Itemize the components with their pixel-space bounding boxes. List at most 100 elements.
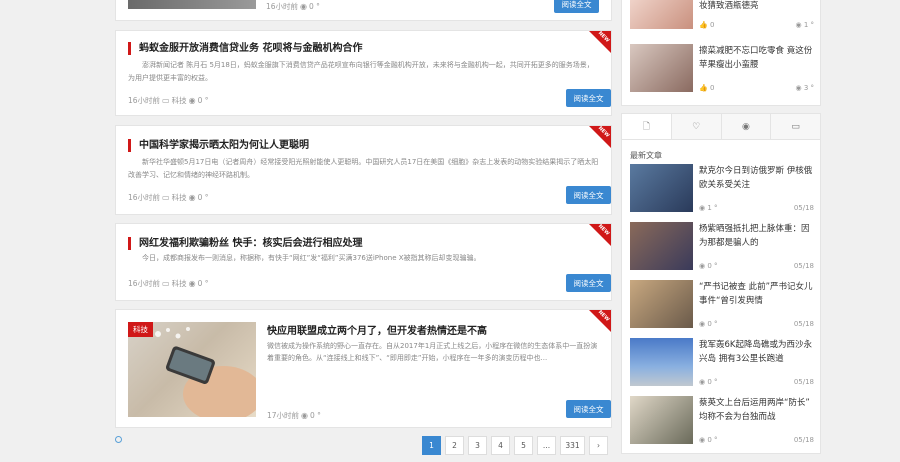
sidebar-article-meta: ◉ 0 ° 05/18	[699, 378, 814, 386]
read-more-button[interactable]: 阅读全文	[554, 0, 599, 13]
sidebar-article-title[interactable]: “严书记被查 此前”严书记女儿事件“曾引发舆情	[699, 280, 814, 308]
eye-icon: ◉	[741, 121, 750, 132]
sidebar-thumbnail[interactable]	[630, 396, 693, 444]
article-title[interactable]: 网红发福利欺骗粉丝 快手：核实后会进行相应处理	[128, 237, 362, 250]
read-more-button[interactable]: 阅读全文	[566, 400, 611, 418]
article-date: 05/18	[793, 320, 814, 328]
article-time: 16小时前	[128, 96, 161, 105]
article-category[interactable]: 科技	[172, 192, 187, 203]
tab-latest[interactable]: 🗋	[622, 114, 672, 139]
article-summary: 今日，成都商报发布一则消息，称据称，有快手“网红”发“福利”买满376送iPho…	[142, 254, 481, 262]
sidebar-article[interactable]: 我军轰6K起降岛礁或为西沙永兴岛 拥有3公里长跑道 ◉ 0 ° 05/18	[630, 338, 814, 386]
read-more-button[interactable]: 阅读全文	[566, 186, 611, 204]
sidebar-article-title[interactable]: 默克尔今日到访俄罗斯 伊核俄欧关系受关注	[699, 164, 814, 192]
sidebar-article[interactable]: “严书记被查 此前”严书记女儿事件“曾引发舆情 ◉ 0 ° 05/18	[630, 280, 814, 328]
sidebar-thumbnail[interactable]	[630, 0, 693, 29]
sidebar-tabs: 🗋 ♡ ◉ ▭	[622, 114, 820, 140]
sidebar-article-title[interactable]: 我军轰6K起降岛礁或为西沙永兴岛 拥有3公里长跑道	[699, 338, 814, 366]
comment-icon: ▭	[791, 121, 800, 132]
article-category[interactable]: 科技	[172, 95, 187, 106]
article-card: NEW 网红发福利欺骗粉丝 快手：核实后会进行相应处理 今日，成都商报发布一则消…	[115, 223, 612, 301]
article-category[interactable]: 科技	[172, 278, 187, 289]
sidebar-thumbnail[interactable]	[630, 338, 693, 386]
page-2-button[interactable]: 2	[445, 436, 464, 455]
like-count: 👍 0	[699, 84, 715, 92]
article-meta: 16小时前 ▭ 科技 ◉ 0 °	[128, 192, 209, 203]
eye-icon: ◉	[301, 411, 309, 420]
sidebar-article-meta: ◉ 1 ° 05/18	[699, 204, 814, 212]
sidebar-article[interactable]: 杨紫晒强抵扎把上脉体重：因为那都是骗人的 ◉ 0 ° 05/18	[630, 222, 814, 270]
article-thumbnail[interactable]: 科技	[128, 322, 256, 417]
eye-icon: ◉	[188, 96, 196, 105]
page-last-button[interactable]: 331	[560, 436, 585, 455]
article-card: NEW 蚂蚁金服开放消费信贷业务 花呗将与金融机构合作 澎湃新闻记者 陈月石 5…	[115, 30, 612, 116]
view-value: 3 °	[803, 84, 814, 92]
eye-icon: ◉	[300, 2, 308, 11]
sidebar-article-meta: 👍 0 ◉ 1 °	[699, 21, 814, 29]
view-count: ◉ 0 °	[699, 262, 718, 270]
sidebar-hot-panel: 妆猜致酒瓶德亮 👍 0 ◉ 1 ° 擦菜减肥不忘口吃零食 竟这份苹果瘦出小蛮腰 …	[621, 0, 821, 106]
article-time: 16小时前	[128, 279, 161, 288]
sidebar-article-title[interactable]: 杨紫晒强抵扎把上脉体重：因为那都是骗人的	[699, 222, 814, 250]
sidebar-article-title[interactable]: 蔡英文上台后运用两岸“防长” 均称不会为台独而战	[699, 396, 814, 424]
sidebar-article-title[interactable]: 妆猜致酒瓶德亮	[699, 0, 814, 13]
tab-comments[interactable]: ▭	[771, 114, 820, 139]
sidebar-article-title[interactable]: 擦菜减肥不忘口吃零食 竟这份苹果瘦出小蛮腰	[699, 44, 814, 72]
view-value: 0 °	[707, 436, 718, 444]
sidebar-article-meta: ◉ 0 ° 05/18	[699, 320, 814, 328]
view-value: 0 °	[707, 378, 718, 386]
article-summary: 微信被成为操作系统的野心一直存在。自从2017年1月正式上线之后，小程序在微信的…	[267, 342, 598, 362]
page-3-button[interactable]: 3	[468, 436, 487, 455]
like-count: 👍 0	[699, 21, 715, 29]
article-card: NEW 中国科学家揭示晒太阳为何让人更聪明 新华社华盛顿5月17日电（记者周舟）…	[115, 125, 612, 215]
sidebar-article-meta: ◉ 0 ° 05/18	[699, 436, 814, 444]
page-5-button[interactable]: 5	[514, 436, 533, 455]
article-title[interactable]: 蚂蚁金服开放消费信贷业务 花呗将与金融机构合作	[128, 42, 362, 55]
view-value: 0 °	[707, 320, 718, 328]
article-date: 05/18	[793, 262, 814, 270]
article-date: 05/18	[793, 204, 814, 212]
category-tag[interactable]: 科技	[128, 322, 153, 337]
article-views: 0 °	[197, 279, 209, 288]
like-value: 0	[709, 84, 715, 92]
article-card: NEW 科技 快应用联盟成立两个月了，但开发者热情还是不高 微信被成为操作系统的…	[115, 309, 612, 428]
next-page-button[interactable]: ›	[589, 436, 608, 455]
file-icon: 🗋	[642, 121, 650, 132]
sidebar-article[interactable]: 蔡英文上台后运用两岸“防长” 均称不会为台独而战 ◉ 0 ° 05/18	[630, 396, 814, 444]
sidebar-thumbnail[interactable]	[630, 164, 693, 212]
folder-icon: ▭	[162, 96, 170, 105]
loading-indicator-icon	[115, 436, 122, 443]
tab-popular[interactable]: ♡	[671, 114, 722, 139]
eye-icon: ◉	[188, 193, 196, 202]
view-count: ◉ 0 °	[699, 320, 718, 328]
article-title[interactable]: 中国科学家揭示晒太阳为何让人更聪明	[128, 139, 309, 152]
sidebar-article[interactable]: 擦菜减肥不忘口吃零食 竟这份苹果瘦出小蛮腰 👍 0 ◉ 3 °	[630, 44, 814, 92]
article-card: 16小时前 ◉ 0 ° 阅读全文	[115, 0, 612, 21]
article-views: 0 °	[197, 193, 209, 202]
article-summary: 新华社华盛顿5月17日电（记者周舟）经常接受阳光照射能使人更聪明。中国研究人员1…	[128, 158, 599, 179]
article-date: 05/18	[793, 436, 814, 444]
heart-icon: ♡	[692, 121, 701, 132]
sidebar-latest-panel: 🗋 ♡ ◉ ▭ 最新文章 默克尔今日到访俄罗斯 伊核俄欧关系受关注 ◉ 1 ° …	[621, 113, 821, 454]
article-views: 0 °	[310, 411, 321, 420]
read-more-button[interactable]: 阅读全文	[566, 274, 611, 292]
sidebar-heading: 最新文章	[630, 151, 662, 160]
sidebar-thumbnail[interactable]	[630, 280, 693, 328]
view-count: ◉ 0 °	[699, 436, 718, 444]
article-time: 16小时前	[128, 193, 161, 202]
folder-icon: ▭	[162, 193, 170, 202]
sidebar-article[interactable]: 妆猜致酒瓶德亮 👍 0 ◉ 1 °	[630, 0, 814, 29]
article-thumbnail[interactable]	[128, 0, 256, 9]
read-more-button[interactable]: 阅读全文	[566, 89, 611, 107]
page-1-button[interactable]: 1	[422, 436, 441, 455]
page-ellipsis: ...	[537, 436, 556, 455]
sidebar-article[interactable]: 默克尔今日到访俄罗斯 伊核俄欧关系受关注 ◉ 1 ° 05/18	[630, 164, 814, 212]
sidebar-thumbnail[interactable]	[630, 222, 693, 270]
sidebar-thumbnail[interactable]	[630, 44, 693, 92]
article-meta: 17小时前 ◉ 0 °	[267, 410, 321, 421]
article-title[interactable]: 快应用联盟成立两个月了，但开发者热情还是不高	[267, 322, 487, 337]
article-date: 05/18	[793, 378, 814, 386]
tab-views[interactable]: ◉	[721, 114, 772, 139]
page-4-button[interactable]: 4	[491, 436, 510, 455]
eye-icon: ◉	[188, 279, 196, 288]
